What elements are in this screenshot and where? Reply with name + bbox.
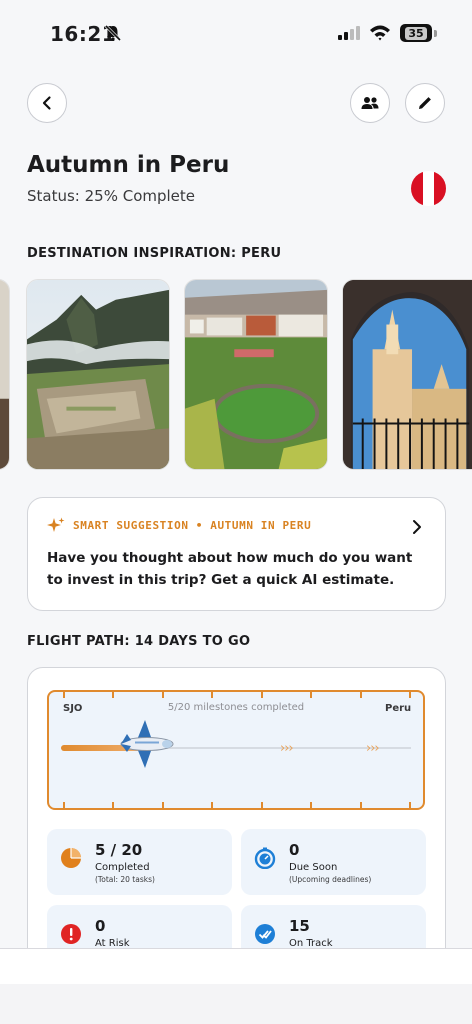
battery-level: 35 xyxy=(405,26,427,40)
back-button[interactable] xyxy=(27,83,67,123)
signal-icon xyxy=(338,26,360,40)
check-badge-icon xyxy=(255,924,275,944)
track-tick xyxy=(359,690,362,698)
track-tick xyxy=(211,802,214,810)
stat-value: 5 / 20 xyxy=(95,841,143,859)
track-tick xyxy=(63,690,65,698)
stat-completed[interactable]: 5 / 20 Completed (Total: 20 tasks) xyxy=(47,829,232,895)
battery-nub xyxy=(434,30,437,37)
inspiration-heading: DESTINATION INSPIRATION: PERU xyxy=(27,246,282,261)
stat-label: Due Soon xyxy=(289,862,338,873)
inspiration-photo-arequipa[interactable] xyxy=(342,279,472,470)
milestones-text: 5/20 milestones completed xyxy=(167,702,305,713)
stat-subtext: (Upcoming deadlines) xyxy=(289,875,372,884)
track-tick xyxy=(211,690,214,698)
track-tick xyxy=(161,690,164,698)
inspiration-photo-cusco[interactable] xyxy=(184,279,328,470)
stat-label: Completed xyxy=(95,862,150,873)
flight-destination: Peru xyxy=(385,703,412,714)
track-tick xyxy=(310,802,313,810)
people-icon xyxy=(361,97,379,109)
machu-picchu-photo xyxy=(27,280,169,469)
alert-icon xyxy=(61,924,81,944)
suggestion-text: Have you thought about how much do you w… xyxy=(47,550,413,588)
stat-subtext: (Total: 20 tasks) xyxy=(95,875,155,884)
stat-value: 15 xyxy=(289,917,310,935)
bell-off-icon xyxy=(104,24,122,42)
stat-due-soon[interactable]: 0 Due Soon (Upcoming deadlines) xyxy=(241,829,426,895)
timer-icon xyxy=(254,847,276,869)
flag-stripe-right xyxy=(434,171,446,206)
track-tick xyxy=(359,802,362,810)
chevrons-icon: ››› xyxy=(280,741,294,756)
chevron-left-icon xyxy=(42,96,51,110)
battery-icon: 35 xyxy=(400,24,432,42)
track-tick xyxy=(161,802,164,810)
chevron-right-icon xyxy=(413,520,421,534)
chevrons-icon: ››› xyxy=(366,741,380,756)
inspiration-photo-machu-picchu[interactable] xyxy=(26,279,170,470)
flag-stripe-left xyxy=(411,171,423,206)
previous-photo xyxy=(0,280,9,469)
track-tick xyxy=(409,690,411,698)
trip-status: Status: 25% Complete xyxy=(27,187,196,205)
track-tick xyxy=(112,690,115,698)
track-tick xyxy=(260,802,263,810)
pencil-icon xyxy=(419,97,431,109)
track-tick xyxy=(310,690,313,698)
bottom-sheet-bar xyxy=(0,948,472,984)
pie-chart-icon xyxy=(61,848,81,868)
track-tick xyxy=(409,802,411,810)
track-tick xyxy=(112,802,115,810)
track-tick xyxy=(260,690,263,698)
stat-value: 0 xyxy=(95,917,106,935)
cusco-plaza-photo xyxy=(185,280,327,469)
previous-photo-card[interactable] xyxy=(0,279,10,470)
stat-value: 0 xyxy=(289,841,300,859)
page-title: Autumn in Peru xyxy=(27,152,230,178)
sparkle-icon xyxy=(47,517,65,532)
wifi-icon xyxy=(370,25,390,41)
home-indicator-area xyxy=(0,984,472,1024)
flag-stripe-middle xyxy=(422,171,435,206)
travelers-button[interactable] xyxy=(350,83,390,123)
flight-path-heading: FLIGHT PATH: 14 DAYS TO GO xyxy=(27,634,251,649)
suggestion-heading: SMART SUGGESTION • AUTUMN IN PERU xyxy=(73,519,312,532)
peru-flag-icon xyxy=(411,171,446,206)
status-bar: 16:21 35 xyxy=(0,0,472,70)
airplane-icon xyxy=(120,720,174,768)
track-tick xyxy=(63,802,65,810)
arequipa-cathedral-photo xyxy=(343,280,472,469)
edit-button[interactable] xyxy=(405,83,445,123)
